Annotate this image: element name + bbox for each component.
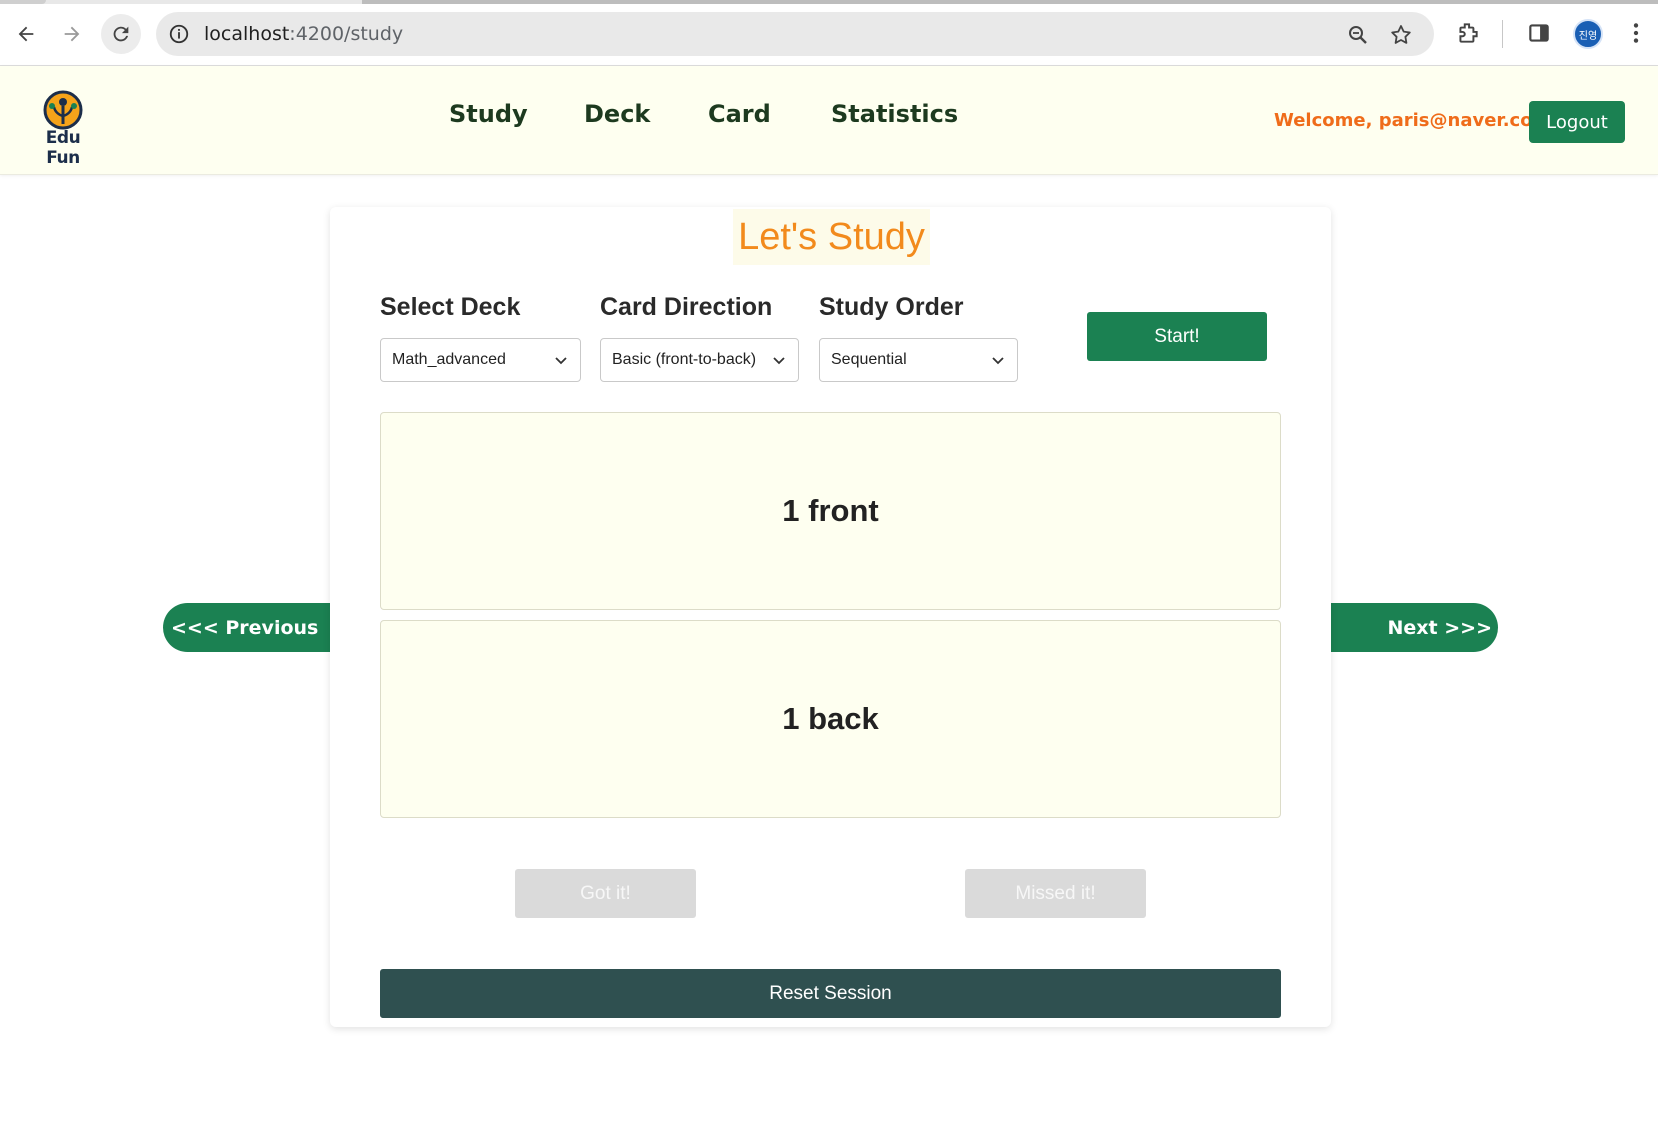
previous-card-button[interactable]: <<< Previous [163,603,330,652]
chevron-down-icon [555,357,567,365]
forward-button[interactable] [52,14,92,54]
page-title: Let's Study [733,209,930,265]
address-bar[interactable]: localhost:4200/study [156,12,1434,56]
nav-study[interactable]: Study [449,100,528,128]
browser-toolbar: localhost:4200/study 진영 [0,0,1658,66]
nav-statistics[interactable]: Statistics [831,100,958,128]
site-info-icon[interactable] [168,23,190,45]
chevron-down-icon [992,357,1004,365]
reload-button[interactable] [101,14,141,54]
missed-it-button[interactable]: Missed it! [965,869,1146,918]
edufun-logo[interactable]: Edu Fun [28,90,98,168]
url-text[interactable]: localhost:4200/study [204,23,403,45]
welcome-message: Welcome, paris@naver.com! [1274,110,1560,131]
logo-text: Edu Fun [45,128,81,168]
logout-button[interactable]: Logout [1529,101,1625,143]
logo-tree-icon [43,90,83,130]
study-panel: Let's Study Select Deck Card Direction S… [330,207,1331,1027]
tab-strip [0,0,1658,4]
study-order-select[interactable]: Sequential [819,338,1018,382]
got-it-button[interactable]: Got it! [515,869,696,918]
chevron-down-icon [773,357,785,365]
url-path: :4200/study [289,23,404,45]
toolbar-divider [1502,20,1503,48]
more-menu-icon[interactable] [1623,20,1649,46]
start-button[interactable]: Start! [1087,312,1267,361]
inactive-tab-indicator[interactable] [362,0,1658,4]
nav-deck[interactable]: Deck [584,100,650,128]
active-tab-indicator[interactable] [0,0,46,4]
next-card-button[interactable]: Next >>> [1331,603,1498,652]
back-button[interactable] [6,14,46,54]
app-header: Edu Fun Study Deck Card Statistics Welco… [0,66,1658,175]
bookmark-star-icon[interactable] [1389,23,1413,47]
reset-session-button[interactable]: Reset Session [380,969,1281,1018]
welcome-label: Welcome, [1274,110,1373,131]
deck-select-value: Math_advanced [392,351,506,368]
zoom-icon[interactable] [1346,23,1370,47]
nav-card[interactable]: Card [708,100,771,128]
back-arrow-icon [18,26,34,42]
card-front[interactable]: 1 front [380,412,1281,610]
extensions-icon[interactable] [1455,20,1481,46]
card-direction-select-value: Basic (front-to-back) [612,351,757,368]
forward-arrow-icon [64,26,80,42]
card-direction-select[interactable]: Basic (front-to-back) [600,338,799,382]
study-order-select-value: Sequential [831,351,907,368]
deck-select[interactable]: Math_advanced [380,338,581,382]
side-panel-icon[interactable] [1526,20,1552,46]
card-direction-label: Card Direction [600,293,773,321]
reload-icon [113,26,129,42]
url-host: localhost [204,23,290,45]
profile-avatar[interactable]: 진영 [1573,19,1603,49]
select-deck-label: Select Deck [380,293,521,321]
study-order-label: Study Order [819,293,964,321]
card-back[interactable]: 1 back [380,620,1281,818]
